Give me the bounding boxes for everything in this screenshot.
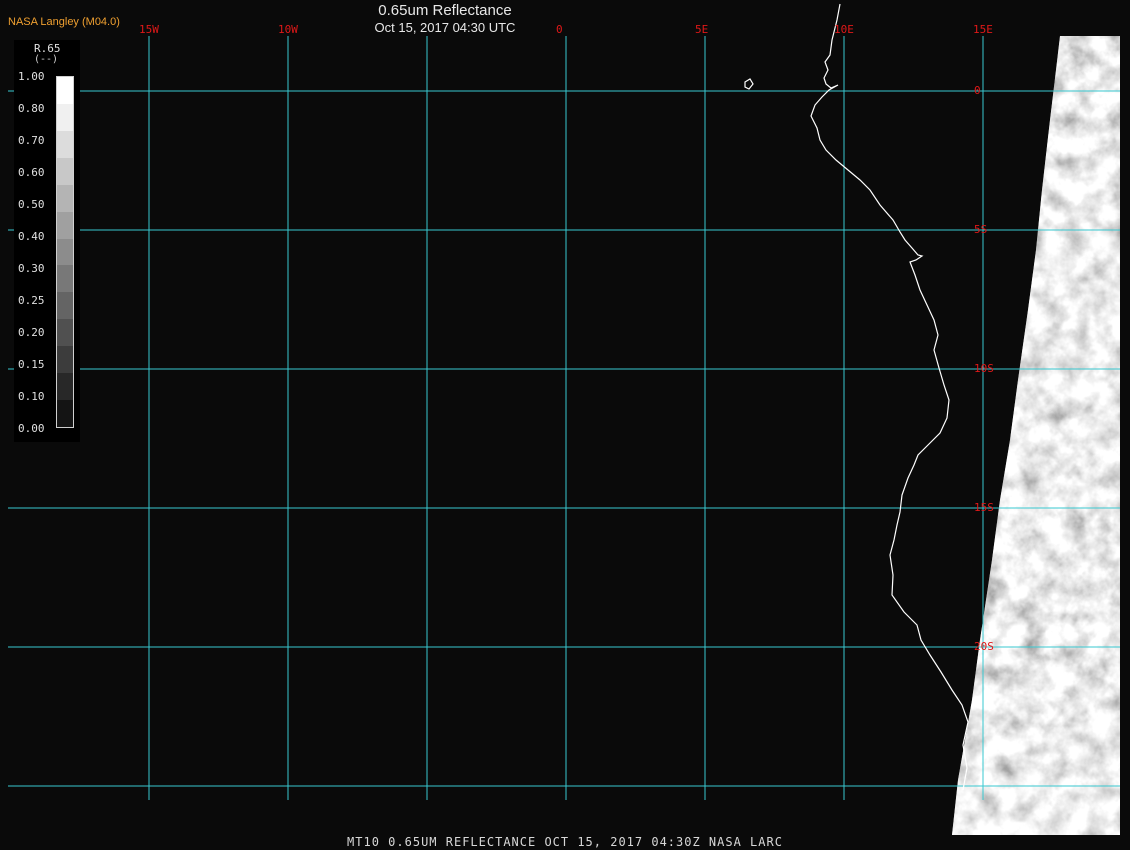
legend-tick-label: 0.40 — [18, 230, 45, 243]
legend-tick-label: 0.10 — [18, 390, 45, 403]
legend-color-step — [57, 373, 73, 401]
legend-color-step — [57, 184, 73, 213]
legend-tick-label: 1.00 — [18, 70, 45, 83]
latitude-label: 10S — [974, 362, 994, 375]
legend-color-step — [57, 400, 73, 428]
legend-tick-label: 0.30 — [18, 262, 45, 275]
image-title: 0.65um Reflectance — [378, 2, 512, 19]
legend-color-step — [57, 346, 73, 374]
footer-caption: MT10 0.65UM REFLECTANCE OCT 15, 2017 04:… — [347, 835, 783, 849]
legend-color-step — [57, 265, 73, 293]
legend-tick-label: 0.50 — [18, 198, 45, 211]
longitude-label: 0 — [556, 23, 563, 36]
lat-lon-grid — [8, 36, 1120, 800]
latitude-label: 20S — [974, 640, 994, 653]
legend-color-step — [57, 319, 73, 347]
legend-tick-label: 0.00 — [18, 422, 45, 435]
legend-tick-label: 0.20 — [18, 326, 45, 339]
latitude-label: 5S — [974, 223, 988, 236]
africa-coastline — [810, 3, 969, 791]
longitude-label: 10W — [278, 23, 298, 36]
legend-tick-label: 0.70 — [18, 134, 45, 147]
satellite-map-display: NASA Langley (M04.0) 0.65um Reflectance … — [0, 0, 1130, 850]
legend-color-step — [57, 211, 73, 240]
legend-tick-label: 0.80 — [18, 102, 45, 115]
legend-color-step — [57, 130, 73, 159]
color-legend: R.65 (--) 1.00 0.80 0.70 0.60 0.50 0.40 0.30 0.… — [14, 40, 80, 442]
legend-color-step — [57, 77, 73, 105]
bioko-island — [744, 78, 754, 90]
legend-color-step — [57, 157, 73, 186]
legend-color-step — [57, 103, 73, 132]
longitude-label: 10E — [834, 23, 854, 36]
legend-unit: (--) — [34, 54, 59, 65]
image-datetime: Oct 15, 2017 04:30 UTC — [374, 20, 516, 35]
legend-tick-label: 0.25 — [18, 294, 45, 307]
legend-color-step — [57, 292, 73, 320]
cloud-reflectance-swath — [952, 36, 1120, 835]
latitude-label: 0 — [974, 84, 981, 97]
longitude-label: 15W — [139, 23, 159, 36]
satellite-swath — [952, 36, 1120, 835]
legend-color-step — [57, 238, 73, 266]
longitude-label: 15E — [973, 23, 993, 36]
longitude-label: 5E — [695, 23, 709, 36]
legend-tick-label: 0.60 — [18, 166, 45, 179]
legend-tick-label: 0.15 — [18, 358, 45, 371]
legend-colorbar — [56, 76, 74, 428]
coastline — [744, 3, 969, 791]
map-canvas — [8, 3, 1120, 835]
latitude-label: 15S — [974, 501, 994, 514]
